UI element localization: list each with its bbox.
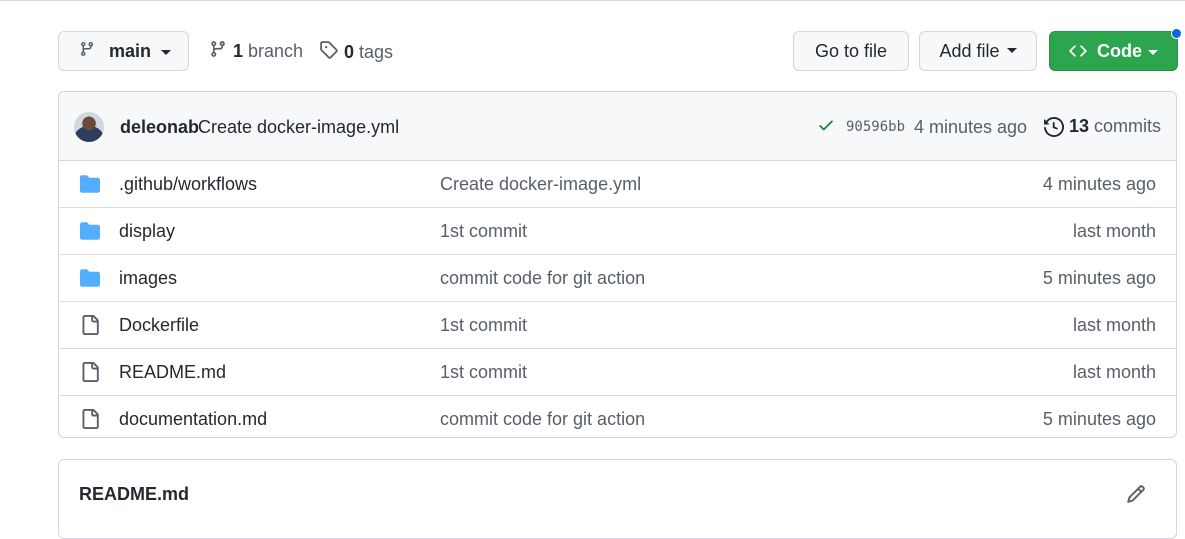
branch-count: 1 [233, 41, 244, 61]
file-commit-message-link[interactable]: commit code for git action [440, 409, 645, 430]
check-icon[interactable] [817, 116, 835, 139]
code-icon [1069, 42, 1087, 60]
file-name-link[interactable]: documentation.md [119, 409, 267, 430]
file-commit-time: 5 minutes ago [1042, 409, 1156, 429]
file-row[interactable]: images commit code for git action 5 minu… [59, 255, 1176, 302]
file-commit-time: last month [1072, 362, 1156, 382]
file-row[interactable]: documentation.md commit code for git act… [59, 396, 1176, 437]
folder-icon [79, 268, 101, 293]
readme-title-link[interactable]: README.md [79, 484, 189, 505]
commit-count: 13 [1069, 116, 1090, 136]
branch-count-label: branch [248, 41, 304, 61]
file-name-link[interactable]: images [119, 268, 177, 289]
branch-icon [79, 41, 95, 62]
tag-count: 0 [344, 41, 355, 62]
code-label: Code [1097, 40, 1142, 61]
commits-history-link[interactable]: 13 commits [1044, 116, 1161, 137]
file-icon [79, 409, 101, 434]
file-commit-message-link[interactable]: 1st commit [440, 362, 527, 383]
file-commit-time: last month [1072, 221, 1156, 241]
file-commit-message-link[interactable]: Create docker-image.yml [440, 174, 641, 195]
history-icon [1044, 116, 1064, 137]
commits-label: commits [1094, 116, 1162, 136]
folder-icon [79, 221, 101, 246]
file-row[interactable]: README.md 1st commit last month [59, 349, 1176, 396]
file-name-link[interactable]: .github/workflows [119, 174, 257, 195]
go-to-file-label: Go to file [814, 40, 888, 61]
chevron-down-icon [1148, 49, 1158, 55]
branches-link[interactable]: 1 branch [209, 40, 303, 63]
file-commit-time: 5 minutes ago [1042, 268, 1156, 288]
commit-sha-link[interactable]: 90596bb [846, 119, 905, 135]
code-button[interactable]: Code [1049, 31, 1178, 71]
file-row[interactable]: .github/workflows Create docker-image.ym… [59, 161, 1176, 208]
chevron-down-icon [1006, 47, 1017, 53]
folder-icon [79, 174, 101, 199]
file-commit-message-link[interactable]: commit code for git action [440, 268, 645, 289]
file-name-link[interactable]: README.md [119, 362, 226, 383]
tag-icon [319, 40, 338, 64]
add-file-label: Add file [939, 40, 1000, 61]
pencil-icon[interactable] [1126, 484, 1146, 509]
commit-message-link[interactable]: Create docker-image.yml [198, 117, 399, 138]
file-name-link[interactable]: Dockerfile [119, 315, 199, 336]
notification-dot [1171, 28, 1182, 39]
add-file-button[interactable]: Add file [919, 31, 1037, 71]
avatar[interactable] [74, 112, 104, 142]
chevron-down-icon [161, 49, 172, 55]
branch-icon [209, 40, 227, 63]
file-commit-time: 4 minutes ago [1042, 174, 1156, 194]
top-divider [0, 0, 1185, 1]
readme-panel: README.md [58, 459, 1177, 539]
file-browser: deleonab Create docker-image.yml 90596bb… [58, 91, 1177, 438]
commit-author-link[interactable]: deleonab [120, 117, 199, 138]
go-to-file-button[interactable]: Go to file [793, 31, 909, 71]
file-commit-time: last month [1072, 315, 1156, 335]
file-icon [79, 315, 101, 340]
file-icon [79, 362, 101, 387]
commit-time: 4 minutes ago [914, 117, 1028, 137]
tags-link[interactable]: 0 tags [319, 40, 393, 64]
latest-commit-bar: deleonab Create docker-image.yml 90596bb… [59, 92, 1176, 161]
tag-count-label: tags [359, 41, 394, 62]
file-commit-message-link[interactable]: 1st commit [440, 315, 527, 336]
file-commit-message-link[interactable]: 1st commit [440, 221, 527, 242]
branch-select-button[interactable]: main [58, 31, 189, 71]
file-row[interactable]: display 1st commit last month [59, 208, 1176, 255]
file-row[interactable]: Dockerfile 1st commit last month [59, 302, 1176, 349]
file-name-link[interactable]: display [119, 221, 175, 242]
branch-name: main [109, 40, 152, 61]
